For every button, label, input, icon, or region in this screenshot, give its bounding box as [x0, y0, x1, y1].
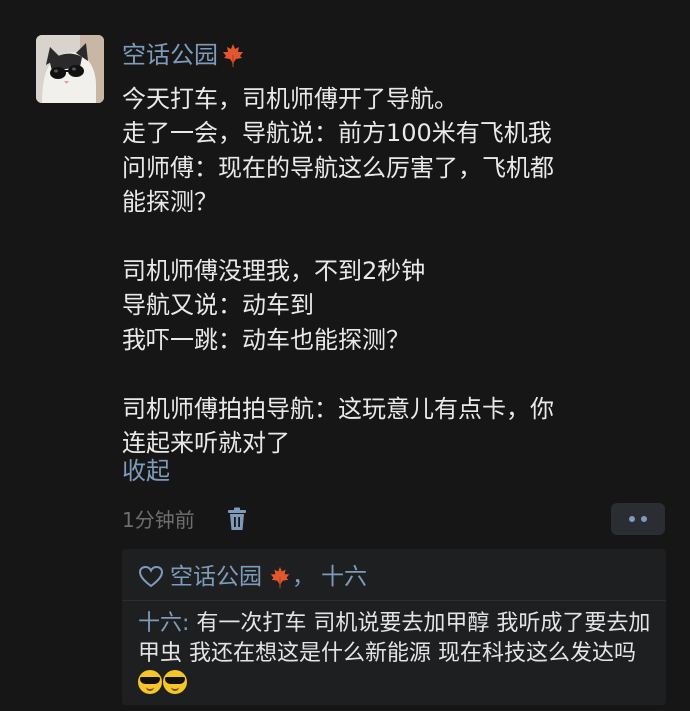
- comment-line-blank: [122, 220, 682, 254]
- reply-divider: [122, 600, 666, 601]
- more-dots-icon: [629, 516, 635, 522]
- comment-line: 连起来听就对了: [122, 429, 290, 458]
- reply-separator: :: [182, 611, 197, 636]
- comment-line: 司机师傅拍拍导航：这玩意儿有点卡，你: [122, 394, 554, 423]
- comment-timestamp: 1分钟前: [122, 508, 195, 532]
- comment-line: 导航又说：动车到: [122, 291, 314, 320]
- sunglasses-emoji: [163, 670, 187, 694]
- more-options-button[interactable]: [611, 503, 665, 535]
- reply-author[interactable]: 十六: [138, 611, 182, 636]
- maple-leaf-icon: [223, 44, 243, 67]
- comment-line: 能探测？: [122, 188, 218, 217]
- sunglasses-emoji: [138, 670, 162, 694]
- cat-avatar-image: [36, 35, 104, 103]
- liker-name[interactable]: 十六: [321, 561, 367, 593]
- comment-line: 问师傅：现在的导航这么厉害了，飞机都: [122, 153, 554, 182]
- comment-author[interactable]: 空话公园: [122, 38, 246, 72]
- comment-line: 今天打车，司机师傅开了导航。: [122, 85, 458, 113]
- liker-separator: ，: [292, 564, 315, 590]
- avatar[interactable]: [36, 35, 104, 103]
- heart-icon[interactable]: [138, 564, 164, 590]
- reply-text: 有一次打车 司机说要去加甲醇 我听成了要去加甲虫 我还在想这是什么新能源 现在科…: [138, 611, 651, 666]
- comment-line-blank: [122, 357, 682, 391]
- comment-line: 走了一会，导航说：前方100米有飞机我: [122, 119, 552, 148]
- collapse-link[interactable]: 收起: [122, 454, 170, 488]
- comment-body: 今天打车，司机师傅开了导航。走了一会，导航说：前方100米有飞机我 问师傅：现在的…: [122, 82, 682, 460]
- trash-icon[interactable]: [226, 507, 248, 531]
- comment-line: 我吓一跳：动车也能探测？: [122, 325, 410, 354]
- reply-section: 空话公园 ， 十六 十六: 有一次打车 司机说要去加甲醇 我听成了要去加甲虫 我…: [122, 549, 666, 705]
- liker-name[interactable]: 空话公园: [170, 561, 262, 593]
- more-dots-icon: [641, 516, 647, 522]
- likes-row[interactable]: 空话公园 ， 十六: [138, 561, 367, 593]
- reply-item[interactable]: 十六: 有一次打车 司机说要去加甲醇 我听成了要去加甲虫 我还在想这是什么新能源…: [138, 609, 658, 699]
- username-label[interactable]: 空话公园: [122, 38, 218, 72]
- maple-leaf-icon: [270, 566, 290, 589]
- comment-line: 司机师傅没理我，不到2秒钟: [122, 257, 426, 286]
